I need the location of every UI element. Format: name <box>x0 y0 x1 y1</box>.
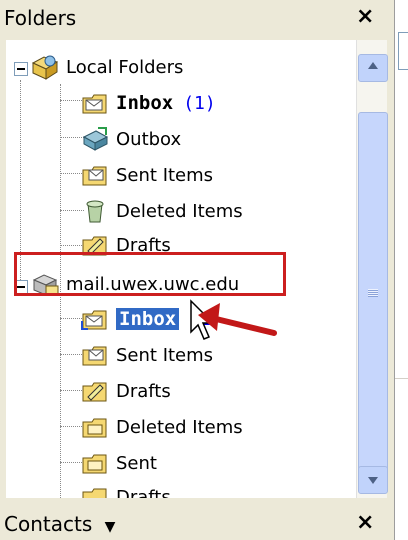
unread-count: (1) <box>189 308 222 330</box>
tree-item-label: mail.uwex.uwc.edu <box>66 273 240 295</box>
pane-frame <box>398 32 408 70</box>
tree-item-label: Drafts <box>116 234 171 256</box>
folders-title: Folders <box>4 6 77 30</box>
drafts-folder-icon <box>82 382 107 402</box>
tree-item-label: Inbox <box>116 308 180 330</box>
unread-count: (1) <box>183 92 216 114</box>
tree-item-label: Sent Items <box>116 344 214 366</box>
tree-item-label: Local Folders <box>66 56 184 78</box>
folder-tree: Local Folders Inbox (1) Outbox Sent Item… <box>6 40 386 498</box>
tree-item-account-inbox[interactable]: Inbox (1) <box>80 302 222 336</box>
contacts-title: Contacts <box>4 512 93 536</box>
tree-item-account-sent[interactable]: Sent <box>80 446 157 480</box>
message-list-edge <box>394 0 408 540</box>
grip-icon <box>368 289 378 297</box>
mail-server-icon <box>32 274 59 296</box>
tree-item-account-sent-items[interactable]: Sent Items <box>80 338 213 372</box>
folder-icon <box>82 418 107 438</box>
tree-item-account-deleted-items[interactable]: Deleted Items <box>80 410 243 444</box>
tree-scrollbar[interactable] <box>356 40 388 498</box>
tree-item-drafts[interactable]: Drafts <box>80 228 171 262</box>
local-folders-icon <box>31 55 59 80</box>
close-contacts-button[interactable]: × <box>356 510 374 535</box>
scroll-down-arrow-icon <box>368 477 378 484</box>
tree-item-sent-items[interactable]: Sent Items <box>80 158 213 192</box>
folder-icon <box>82 454 107 474</box>
tree-item-label: Sent <box>116 452 157 474</box>
divider <box>395 378 408 379</box>
inbox-folder-icon <box>82 94 107 114</box>
outbox-folder-icon <box>82 127 109 151</box>
contacts-menu[interactable]: Contacts ▼ <box>4 512 115 536</box>
tree-item-label: Outbox <box>116 128 182 150</box>
tree-item-deleted-items[interactable]: Deleted Items <box>80 194 243 228</box>
tree-item-outbox[interactable]: Outbox <box>80 122 181 156</box>
sent-items-folder-icon <box>82 346 107 366</box>
tree-item-local-inbox[interactable]: Inbox (1) <box>80 86 216 120</box>
collapse-local-folders-toggle[interactable] <box>14 62 28 76</box>
tree-item-label: Drafts <box>116 380 171 402</box>
scroll-thumb[interactable] <box>358 112 388 474</box>
tree-item-label: Drafts <box>116 486 171 499</box>
scroll-up-arrow-icon <box>368 62 378 69</box>
trash-can-icon <box>86 200 104 223</box>
tree-line <box>20 80 21 294</box>
close-folders-button[interactable]: × <box>356 4 374 29</box>
tree-item-account-drafts[interactable]: Drafts <box>80 374 171 408</box>
tree-item-mail-account[interactable]: mail.uwex.uwc.edu <box>30 267 239 301</box>
tree-item-account-partial[interactable]: Drafts <box>80 480 171 498</box>
folders-pane: Folders × Local Folders Inbox (1) Outbox… <box>0 0 392 540</box>
tree-item-label: Inbox <box>116 92 174 114</box>
tree-item-label: Deleted Items <box>116 200 243 222</box>
collapse-account-toggle[interactable] <box>14 280 28 294</box>
scroll-down-button[interactable] <box>358 466 388 494</box>
scroll-up-button[interactable] <box>358 54 388 82</box>
drafts-folder-icon <box>82 236 107 256</box>
contacts-header: Contacts ▼ × <box>0 504 392 540</box>
inbox-folder-icon <box>81 310 107 330</box>
tree-item-label: Sent Items <box>116 164 214 186</box>
dropdown-arrow-icon: ▼ <box>104 519 116 535</box>
folder-icon <box>82 488 107 498</box>
folders-header: Folders × <box>0 0 392 40</box>
tree-item-local-folders[interactable]: Local Folders <box>30 50 183 84</box>
tree-item-label: Deleted Items <box>116 416 243 438</box>
sent-items-folder-icon <box>82 166 107 186</box>
tree-line <box>60 330 61 498</box>
